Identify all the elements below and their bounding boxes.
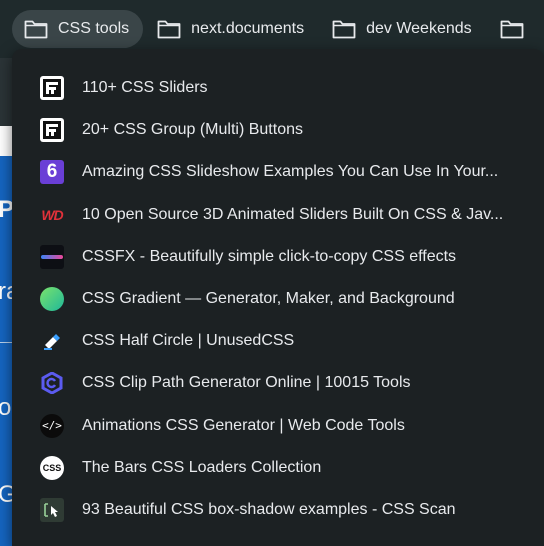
bookmark-item-label: 20+ CSS Group (Multi) Buttons bbox=[82, 121, 303, 139]
bookmark-folder-dropdown: 110+ CSS Sliders 20+ CSS Group (Multi) B… bbox=[12, 49, 544, 546]
page-text-fragment: o bbox=[0, 394, 12, 421]
bookmark-folder-dev-weekends[interactable]: dev Weekends bbox=[320, 10, 486, 48]
freefrontend-icon bbox=[40, 118, 64, 143]
bookmark-folder-label: next.documents bbox=[191, 20, 305, 37]
bookmark-item-label: CSS Clip Path Generator Online | 10015 T… bbox=[82, 374, 411, 392]
bookmark-item[interactable]: CSS Clip Path Generator Online | 10015 T… bbox=[12, 362, 544, 404]
css-scan-icon bbox=[40, 497, 64, 522]
unusedcss-icon bbox=[40, 329, 64, 353]
six-icon: 6 bbox=[40, 160, 64, 185]
bookmark-item[interactable]: CSSFX - Beautifully simple click-to-copy… bbox=[12, 236, 544, 278]
css-loaders-icon: CSS bbox=[40, 455, 64, 480]
folder-icon bbox=[332, 20, 356, 39]
bookmark-item-label: CSS Half Circle | UnusedCSS bbox=[82, 332, 295, 350]
bookmark-item[interactable]: 6 Amazing CSS Slideshow Examples You Can… bbox=[12, 151, 544, 193]
folder-icon bbox=[157, 20, 181, 39]
gradient-icon bbox=[40, 287, 64, 312]
bookmark-item[interactable]: 93 Beautiful CSS box-shadow examples - C… bbox=[12, 489, 544, 531]
freefrontend-icon bbox=[40, 76, 64, 101]
bookmark-item[interactable]: </> Animations CSS Generator | Web Code … bbox=[12, 405, 544, 447]
bookmark-item-label: CSSFX - Beautifully simple click-to-copy… bbox=[82, 247, 457, 265]
bookmark-folder-label: dev Weekends bbox=[366, 20, 472, 37]
bookmark-item-label: 10 Open Source 3D Animated Sliders Built… bbox=[82, 205, 504, 223]
page-divider bbox=[0, 342, 12, 343]
bookmark-item[interactable]: WD 10 Open Source 3D Animated Sliders Bu… bbox=[12, 194, 544, 236]
bookmark-item-label: The Bars CSS Loaders Collection bbox=[82, 458, 322, 476]
bookmark-item[interactable]: CSS Gradient — Generator, Maker, and Bac… bbox=[12, 278, 544, 320]
bookmark-item[interactable]: 20+ CSS Group (Multi) Buttons bbox=[12, 109, 544, 151]
bookmark-folder-more[interactable] bbox=[488, 10, 544, 48]
folder-icon bbox=[24, 20, 48, 39]
bookmark-item-label: 93 Beautiful CSS box-shadow examples - C… bbox=[82, 500, 456, 518]
cssfx-icon bbox=[40, 244, 64, 269]
bookmark-item[interactable]: CSS The Bars CSS Loaders Collection bbox=[12, 447, 544, 489]
bookmark-folder-next-documents[interactable]: next.documents bbox=[145, 10, 318, 48]
bookmark-folder-css-tools[interactable]: CSS tools bbox=[12, 10, 144, 48]
page-blue-panel: Pa ra o G bbox=[0, 156, 27, 546]
bookmark-item-label: 110+ CSS Sliders bbox=[82, 79, 208, 97]
bookmark-item-label: Animations CSS Generator | Web Code Tool… bbox=[82, 416, 405, 434]
bookmark-item-label: CSS Gradient — Generator, Maker, and Bac… bbox=[82, 290, 455, 308]
bookmark-item-label: Amazing CSS Slideshow Examples You Can U… bbox=[82, 163, 499, 181]
code-icon: </> bbox=[40, 413, 64, 438]
bookmark-item[interactable]: CSS Half Circle | UnusedCSS bbox=[12, 320, 544, 362]
folder-icon bbox=[500, 20, 524, 39]
wd-icon: WD bbox=[41, 206, 63, 223]
bookmark-item[interactable]: 110+ CSS Sliders bbox=[12, 67, 544, 109]
bookmark-folder-label: CSS tools bbox=[58, 20, 130, 37]
tools10015-icon bbox=[40, 371, 64, 395]
